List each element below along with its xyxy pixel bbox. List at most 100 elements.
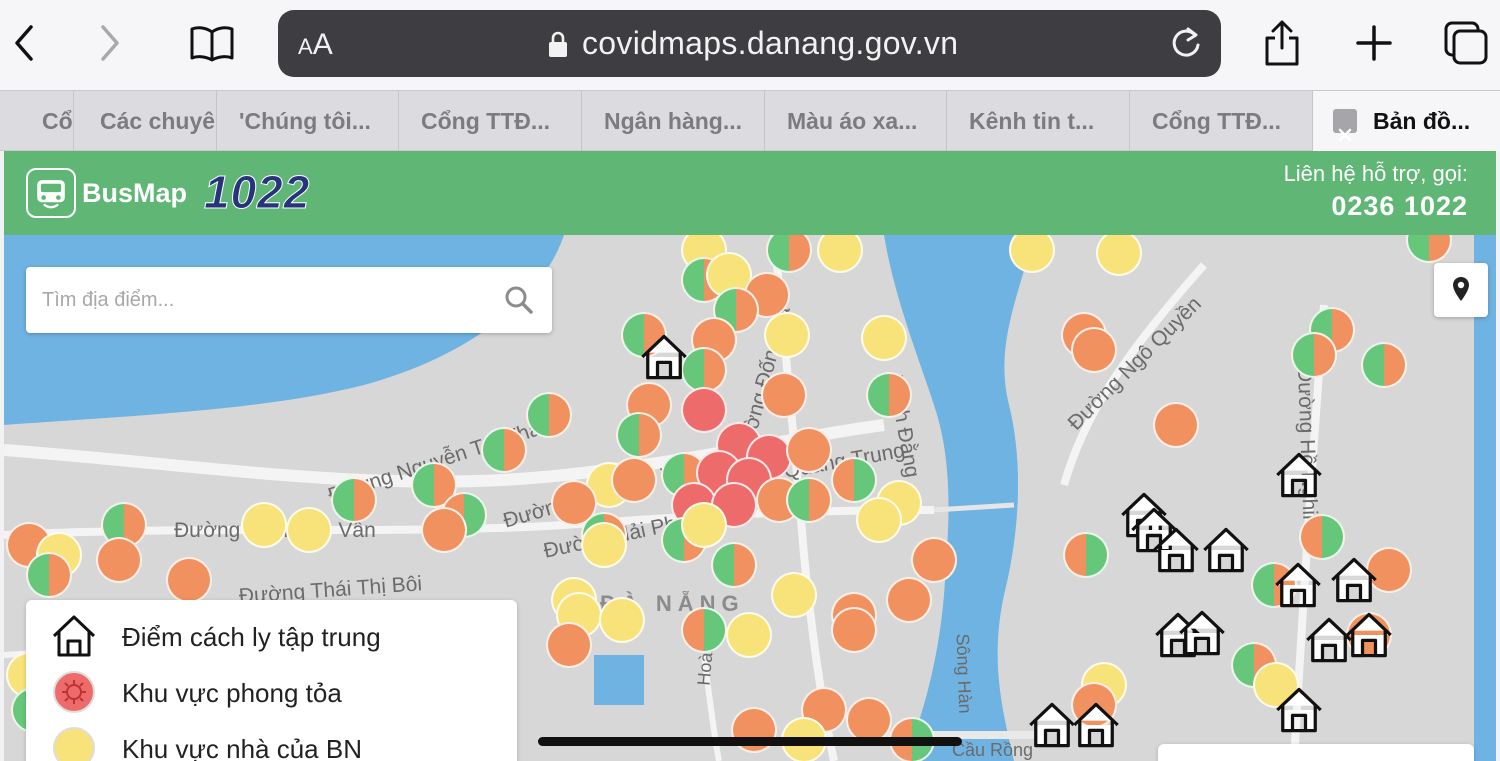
- tab[interactable]: Ngân hàng...: [582, 91, 765, 151]
- quarantine-house-icon[interactable]: [638, 331, 690, 383]
- tab-label: Cổng TTĐ...: [421, 108, 551, 134]
- case-marker[interactable]: [331, 477, 377, 523]
- tab-label: Màu áo xa...: [787, 108, 918, 134]
- case-marker[interactable]: [831, 457, 877, 503]
- legend-label: Khu vực nhà của BN: [122, 734, 362, 761]
- address-bar[interactable]: AAAA covidmaps.danang.gov.vn: [278, 10, 1221, 77]
- tab[interactable]: 'Chúng tôi...: [217, 91, 399, 151]
- case-marker[interactable]: [286, 507, 332, 553]
- case-marker[interactable]: [786, 427, 832, 473]
- quarantine-house-icon[interactable]: [1070, 699, 1122, 751]
- app-header: BusMap 1022 Liên hệ hỗ trợ, gọi: 0236 10…: [4, 151, 1496, 235]
- case-marker[interactable]: [866, 372, 912, 418]
- support-phone[interactable]: 0236 1022: [1331, 191, 1468, 222]
- home-indicator: [538, 737, 962, 746]
- quarantine-house-icon[interactable]: [1200, 524, 1252, 576]
- case-marker[interactable]: [681, 607, 727, 653]
- case-marker[interactable]: [711, 542, 757, 588]
- case-marker[interactable]: [581, 522, 627, 568]
- yellow-dot-icon: [53, 727, 95, 761]
- case-marker[interactable]: [599, 597, 645, 643]
- quarantine-house-icon[interactable]: [1150, 524, 1202, 576]
- quarantine-house-icon[interactable]: [1273, 684, 1325, 736]
- legend-item: Điểm cách ly tập trung: [26, 608, 517, 664]
- search-box: [26, 267, 552, 333]
- tab[interactable]: Cổng TTĐ...: [399, 91, 582, 151]
- tab-label: 'Chúng tôi...: [239, 108, 371, 134]
- case-marker[interactable]: [96, 537, 142, 583]
- street-label: Sông Hàn: [952, 633, 976, 714]
- case-marker[interactable]: [771, 572, 817, 618]
- lockdown-marker[interactable]: [681, 387, 727, 433]
- tab-label: Kênh tin t...: [969, 108, 1095, 134]
- tab-label: Cổ: [42, 108, 73, 134]
- close-tab-icon[interactable]: [1333, 109, 1357, 142]
- quarantine-house-icon[interactable]: [1273, 449, 1325, 501]
- case-marker[interactable]: [681, 502, 727, 548]
- share-icon[interactable]: [1258, 18, 1306, 68]
- case-marker[interactable]: [1071, 327, 1117, 373]
- case-marker[interactable]: [764, 312, 810, 358]
- case-marker[interactable]: [731, 707, 777, 753]
- case-marker[interactable]: [166, 557, 212, 603]
- case-marker[interactable]: [616, 412, 662, 458]
- map-canvas[interactable]: Đường Nguyễn Tất Thành Đường Trần Cao Vâ…: [4, 235, 1496, 761]
- tab[interactable]: Cổng TTĐ...: [1130, 91, 1313, 151]
- case-marker[interactable]: [761, 372, 807, 418]
- case-marker[interactable]: [856, 497, 902, 543]
- tab-active[interactable]: Bản đồ...: [1313, 91, 1500, 151]
- browser-toolbar: AAAA covidmaps.danang.gov.vn: [0, 0, 1500, 90]
- tab-label: Các chuyê: [100, 108, 216, 134]
- brand-name[interactable]: BusMap: [82, 178, 187, 209]
- case-marker[interactable]: [831, 607, 877, 653]
- case-marker[interactable]: [861, 315, 907, 361]
- tab[interactable]: Các chuyê: [74, 91, 217, 151]
- bus-icon[interactable]: [26, 168, 76, 218]
- locate-button[interactable]: [1434, 263, 1488, 317]
- case-marker[interactable]: [886, 577, 932, 623]
- case-marker[interactable]: [1153, 402, 1199, 448]
- support-label: Liên hệ hỗ trợ, gọi:: [1283, 161, 1468, 186]
- back-icon[interactable]: [0, 18, 48, 68]
- case-marker[interactable]: [526, 392, 572, 438]
- new-tab-icon[interactable]: [1350, 18, 1398, 68]
- search-input[interactable]: [26, 267, 496, 333]
- case-marker[interactable]: [1361, 342, 1407, 388]
- tab-label: Bản đồ...: [1373, 108, 1471, 134]
- quarantine-house-icon[interactable]: [1328, 554, 1380, 606]
- lock-icon: [549, 31, 567, 57]
- house-icon: [52, 615, 96, 657]
- tab[interactable]: Cổ: [0, 91, 74, 151]
- case-marker[interactable]: [611, 457, 657, 503]
- bookmarks-icon[interactable]: [188, 18, 236, 68]
- case-marker[interactable]: [911, 537, 957, 583]
- forward-icon[interactable]: [86, 18, 134, 68]
- case-marker[interactable]: [546, 622, 592, 668]
- hotline-logo: 1022: [203, 166, 311, 219]
- reload-icon[interactable]: [1169, 26, 1203, 60]
- case-marker[interactable]: [786, 477, 832, 523]
- info-card[interactable]: [1158, 744, 1474, 761]
- quarantine-house-icon[interactable]: [1343, 609, 1395, 661]
- quarantine-house-icon[interactable]: [1272, 559, 1324, 611]
- legend-label: Điểm cách ly tập trung: [122, 622, 381, 652]
- text-size-button[interactable]: AAAA: [298, 28, 333, 62]
- url-text: covidmaps.danang.gov.vn: [582, 25, 959, 61]
- case-marker[interactable]: [26, 552, 72, 598]
- search-icon[interactable]: [504, 285, 534, 315]
- map-legend: Điểm cách ly tập trung Khu vực phong tỏa…: [26, 600, 517, 761]
- legend-item: Khu vực phong tỏa: [26, 664, 517, 720]
- street-label: Cầu Rồng: [952, 740, 1034, 760]
- case-marker[interactable]: [726, 612, 772, 658]
- legend-item: Khu vực nhà của BN: [26, 720, 517, 761]
- tabs-overview-icon[interactable]: [1442, 18, 1490, 68]
- case-marker[interactable]: [1291, 332, 1337, 378]
- case-marker[interactable]: [1063, 532, 1109, 578]
- case-marker[interactable]: [481, 427, 527, 473]
- case-marker[interactable]: [241, 502, 287, 548]
- virus-icon: [53, 671, 95, 713]
- quarantine-house-icon[interactable]: [1176, 607, 1228, 659]
- case-marker[interactable]: [421, 507, 467, 553]
- tab[interactable]: Kênh tin t...: [947, 91, 1130, 151]
- tab[interactable]: Màu áo xa...: [765, 91, 947, 151]
